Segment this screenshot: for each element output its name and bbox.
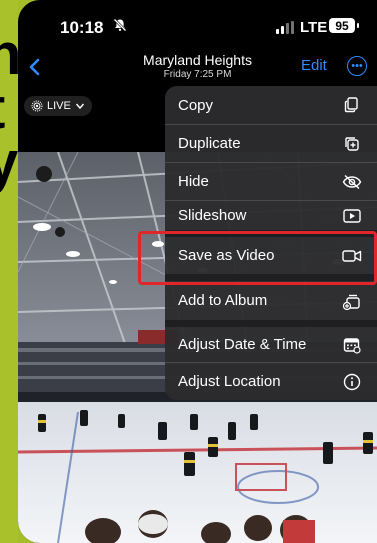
cropped-letter: y [0,130,18,195]
add-to-album-icon [342,291,362,311]
menu-item-label: Hide [178,173,209,190]
menu-item-label: Slideshow [178,207,247,224]
calendar-icon [342,335,362,355]
live-label: LIVE [47,100,71,112]
nav-bar: Maryland Heights Friday 7:25 PM Edit ••• [18,44,377,88]
menu-item-duplicate[interactable]: Duplicate [165,125,377,162]
more-options-icon[interactable]: ••• [347,56,367,76]
status-bar: 10:18 LTE 95 [18,0,377,44]
live-photo-badge[interactable]: LIVE [24,96,92,116]
menu-item-copy[interactable]: Copy [165,86,377,124]
menu-item-label: Copy [178,96,214,114]
status-time: 10:18 [60,18,104,37]
menu-item-adjust-date-time[interactable]: Adjust Date & Time [165,327,377,362]
background-strip: n t y [0,0,18,543]
menu-item-hide[interactable]: Hide [165,163,377,200]
menu-item-label: Duplicate [178,135,241,152]
menu-item-adjust-location[interactable]: Adjust Location [165,363,377,400]
info-icon [342,372,362,392]
menu-item-label: Adjust Location [178,373,281,390]
eye-slash-icon [342,172,362,192]
menu-item-label: Add to Album [178,292,268,309]
signal-icon [276,21,294,34]
carrier-label: LTE [300,19,328,36]
battery-nub [357,23,359,28]
battery-icon: 95 [329,18,355,33]
menu-item-label: Adjust Date & Time [178,336,307,353]
copy-icon [342,95,362,115]
menu-item-add-to-album[interactable]: Add to Album [165,281,377,320]
edit-button[interactable]: Edit [301,57,327,74]
menu-item-slideshow[interactable]: Slideshow [165,201,377,230]
live-icon [31,100,43,112]
chevron-down-icon [75,103,84,110]
highlight-annotation [138,231,377,285]
play-rectangle-icon [342,206,362,226]
bell-slash-icon [113,18,127,35]
duplicate-icon [342,134,362,154]
